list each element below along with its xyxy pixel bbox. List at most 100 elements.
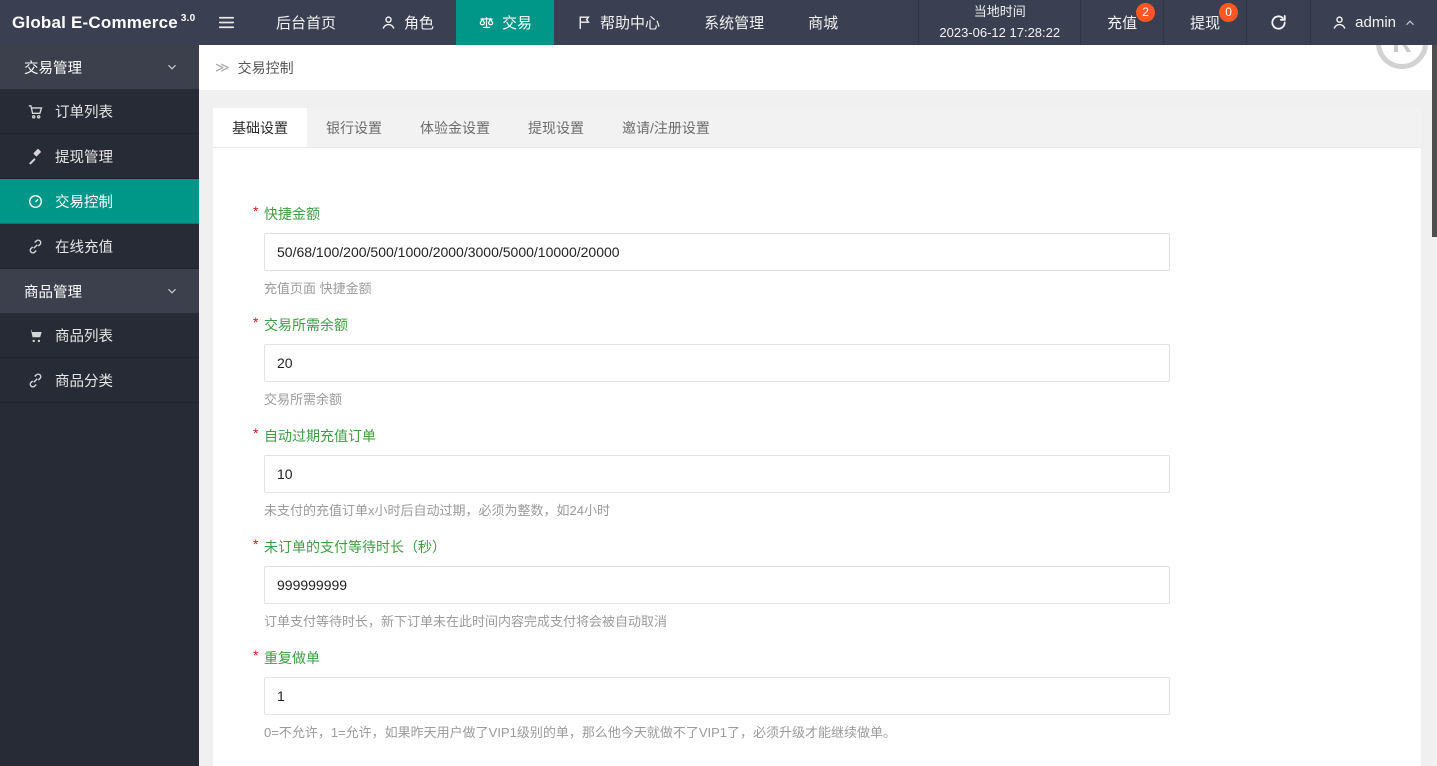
sidebar-item-label: 商品列表 <box>55 328 113 345</box>
nav-item-help-center[interactable]: 帮助中心 <box>554 0 682 45</box>
tab-label: 提现设置 <box>528 119 584 136</box>
settings-tabbar: 基础设置 银行设置 体验金设置 提现设置 邀请/注册设置 <box>213 108 1421 148</box>
nav-item-label: 帮助中心 <box>600 15 661 32</box>
form-field-required-balance: * 交易所需余额 交易所需余额 <box>253 314 1170 408</box>
topbar-right: 当地时间 2023-06-12 17:28:22 充值 2 提现 0 admin <box>918 0 1437 45</box>
field-hint: 交易所需余额 <box>264 392 343 407</box>
required-asterisk: * <box>253 203 259 219</box>
sidebar-item-product-category[interactable]: 商品分类 <box>0 358 199 403</box>
required-asterisk: * <box>253 647 259 663</box>
form-field-repeat-order: * 重复做单 0=不允许，1=允许，如果昨天用户做了VIP1级别的单，那么他今天… <box>253 647 1170 741</box>
payment-wait-time-input[interactable] <box>264 566 1170 604</box>
tab-label: 体验金设置 <box>420 119 490 136</box>
sidebar-group-label: 交易管理 <box>24 60 82 77</box>
field-label: * 交易所需余额 <box>253 314 348 335</box>
sidebar: 交易管理 订单列表 提现管理 交易控制 在线充值 商品管理 商品列表 商品分类 <box>0 45 199 766</box>
quick-amount-input[interactable] <box>264 233 1170 271</box>
sidebar-item-label: 提现管理 <box>55 149 113 166</box>
sidebar-item-trade-control[interactable]: 交易控制 <box>0 179 199 224</box>
link-icon <box>27 372 44 389</box>
form-field-quick-amount: * 快捷金额 充值页面 快捷金额 <box>253 203 1170 297</box>
local-time-value: 2023-06-12 17:28:22 <box>939 24 1061 40</box>
user-icon <box>1331 14 1348 31</box>
nav-item-label: 商城 <box>808 15 839 32</box>
field-hint: 未支付的充值订单x小时后自动过期，必须为整数，如24小时 <box>264 503 610 518</box>
nav-item-system[interactable]: 系统管理 <box>682 0 786 45</box>
sidebar-item-label: 商品分类 <box>55 373 113 390</box>
nav-item-trade[interactable]: 交易 <box>456 0 555 45</box>
nav-item-label: 系统管理 <box>704 15 765 32</box>
local-time-label: 当地时间 <box>973 4 1026 20</box>
topbar: Global E-Commerce 3.0 后台首页 角色 交易 帮助中心 系统… <box>0 0 1437 45</box>
nav-item-roles[interactable]: 角色 <box>358 0 456 45</box>
recharge-button[interactable]: 充值 2 <box>1080 0 1163 45</box>
tab-basic-settings[interactable]: 基础设置 <box>213 108 307 147</box>
nav-item-label: 交易 <box>502 15 533 32</box>
breadcrumb-chevrons-icon: ≫ <box>215 59 230 75</box>
sidebar-item-product-list[interactable]: 商品列表 <box>0 313 199 358</box>
chevron-up-icon <box>1403 16 1417 30</box>
required-asterisk: * <box>253 536 259 552</box>
scale-icon <box>478 14 495 31</box>
withdraw-badge: 0 <box>1219 3 1239 22</box>
field-label-text: 自动过期充值订单 <box>264 428 376 444</box>
sidebar-item-label: 交易控制 <box>55 194 113 211</box>
chevron-down-icon <box>165 60 179 74</box>
repeat-order-input[interactable] <box>264 677 1170 715</box>
sidebar-item-order-list[interactable]: 订单列表 <box>0 89 199 134</box>
required-asterisk: * <box>253 425 259 441</box>
tab-invite-register-settings[interactable]: 邀请/注册设置 <box>603 108 729 147</box>
tab-label: 银行设置 <box>326 119 382 136</box>
cart-icon <box>27 327 44 344</box>
app-logo: Global E-Commerce 3.0 <box>0 0 199 45</box>
breadcrumb: ≫ 交易控制 <box>199 45 1437 90</box>
field-label: * 重复做单 <box>253 647 320 668</box>
refresh-icon[interactable] <box>1246 0 1310 45</box>
gauge-icon <box>27 193 44 210</box>
required-asterisk: * <box>253 314 259 330</box>
field-hint: 充值页面 快捷金额 <box>264 281 372 296</box>
page-scrollbar <box>1432 45 1437 766</box>
cart-icon <box>27 103 44 120</box>
hamburger-menu-icon[interactable] <box>199 0 254 45</box>
nav-item-label: 后台首页 <box>276 15 337 32</box>
tab-trial-fund-settings[interactable]: 体验金设置 <box>401 108 509 147</box>
sidebar-group-product-management[interactable]: 商品管理 <box>0 269 199 313</box>
scrollbar-thumb[interactable] <box>1432 45 1437 237</box>
nav-item-dashboard[interactable]: 后台首页 <box>254 0 358 45</box>
top-nav: 后台首页 角色 交易 帮助中心 系统管理 商城 <box>254 0 860 45</box>
sidebar-item-label: 订单列表 <box>55 104 113 121</box>
sidebar-item-online-recharge[interactable]: 在线充值 <box>0 224 199 269</box>
content-card: 基础设置 银行设置 体验金设置 提现设置 邀请/注册设置 * 快捷金额 充值页面… <box>213 108 1421 766</box>
sidebar-group-label: 商品管理 <box>24 284 82 301</box>
form-field-payment-wait-time: * 未订单的支付等待时长（秒） 订单支付等待时长，新下订单未在此时间内容完成支付… <box>253 536 1170 630</box>
required-balance-input[interactable] <box>264 344 1170 382</box>
tab-withdraw-settings[interactable]: 提现设置 <box>509 108 603 147</box>
user-icon <box>380 14 397 31</box>
field-label-text: 未订单的支付等待时长（秒） <box>264 539 446 555</box>
withdraw-button[interactable]: 提现 0 <box>1163 0 1246 45</box>
flag-icon <box>576 14 593 31</box>
tab-bank-settings[interactable]: 银行设置 <box>307 108 401 147</box>
sidebar-item-label: 在线充值 <box>55 239 113 256</box>
gavel-icon <box>27 148 44 165</box>
sidebar-group-trade-management[interactable]: 交易管理 <box>0 45 199 89</box>
field-label-text: 交易所需余额 <box>264 317 348 333</box>
withdraw-label: 提现 <box>1190 15 1221 32</box>
field-label: * 自动过期充值订单 <box>253 425 376 446</box>
tab-label: 邀请/注册设置 <box>622 119 710 136</box>
recharge-badge: 2 <box>1136 3 1156 22</box>
form-field-auto-expire-order: * 自动过期充值订单 未支付的充值订单x小时后自动过期，必须为整数，如24小时 <box>253 425 1170 519</box>
field-label: * 未订单的支付等待时长（秒） <box>253 536 446 557</box>
sidebar-item-withdraw-management[interactable]: 提现管理 <box>0 134 199 179</box>
field-hint: 0=不允许，1=允许，如果昨天用户做了VIP1级别的单，那么他今天就做不了VIP… <box>264 725 897 740</box>
breadcrumb-title: 交易控制 <box>237 59 294 76</box>
user-menu[interactable]: admin <box>1310 0 1437 45</box>
chevron-down-icon <box>165 284 179 298</box>
nav-item-mall[interactable]: 商城 <box>786 0 860 45</box>
field-hint: 订单支付等待时长，新下订单未在此时间内容完成支付将会被自动取消 <box>264 614 668 629</box>
field-label: * 快捷金额 <box>253 203 320 224</box>
nav-item-label: 角色 <box>404 15 435 32</box>
link-icon <box>27 238 44 255</box>
auto-expire-order-input[interactable] <box>264 455 1170 493</box>
